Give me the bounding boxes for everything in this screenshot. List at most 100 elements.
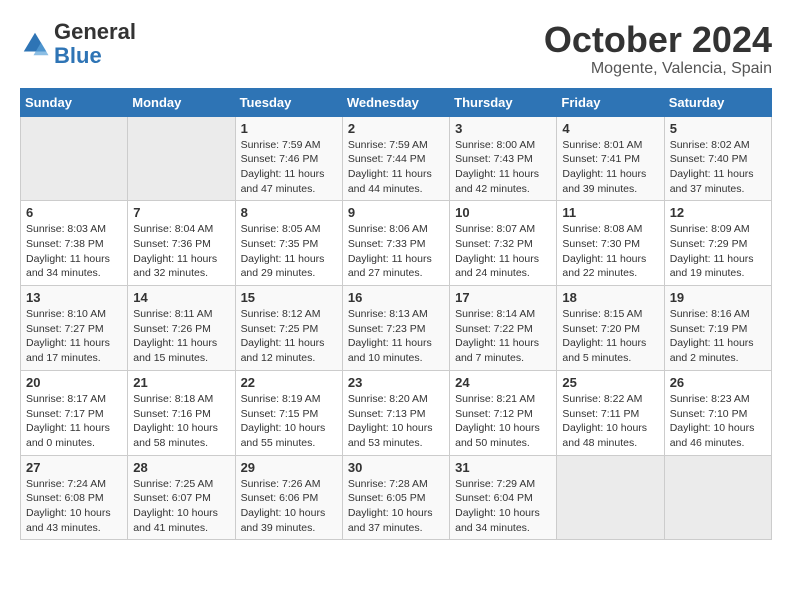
day-number: 18	[562, 290, 658, 305]
day-info: Sunrise: 8:20 AM Sunset: 7:13 PM Dayligh…	[348, 392, 444, 451]
day-info: Sunrise: 8:03 AM Sunset: 7:38 PM Dayligh…	[26, 222, 122, 281]
day-info: Sunrise: 7:24 AM Sunset: 6:08 PM Dayligh…	[26, 477, 122, 536]
calendar-header: Sunday Monday Tuesday Wednesday Thursday…	[21, 88, 772, 116]
day-cell: 9 Sunrise: 8:06 AM Sunset: 7:33 PM Daylig…	[342, 201, 449, 286]
day-number: 5	[670, 121, 766, 136]
day-cell: 10 Sunrise: 8:07 AM Sunset: 7:32 PM Dayli…	[450, 201, 557, 286]
title-block: October 2024 Mogente, Valencia, Spain	[544, 20, 772, 78]
col-friday: Friday	[557, 88, 664, 116]
day-number: 23	[348, 375, 444, 390]
day-number: 17	[455, 290, 551, 305]
calendar-body: 1 Sunrise: 7:59 AM Sunset: 7:46 PM Daylig…	[21, 116, 772, 540]
day-number: 16	[348, 290, 444, 305]
page-header: General Blue October 2024 Mogente, Valen…	[20, 20, 772, 78]
day-number: 28	[133, 460, 229, 475]
day-cell: 11 Sunrise: 8:08 AM Sunset: 7:30 PM Dayli…	[557, 201, 664, 286]
day-info: Sunrise: 8:21 AM Sunset: 7:12 PM Dayligh…	[455, 392, 551, 451]
day-info: Sunrise: 8:07 AM Sunset: 7:32 PM Dayligh…	[455, 222, 551, 281]
col-monday: Monday	[128, 88, 235, 116]
day-info: Sunrise: 8:04 AM Sunset: 7:36 PM Dayligh…	[133, 222, 229, 281]
logo: General Blue	[20, 20, 136, 68]
day-cell: 27 Sunrise: 7:24 AM Sunset: 6:08 PM Dayli…	[21, 455, 128, 540]
day-info: Sunrise: 8:15 AM Sunset: 7:20 PM Dayligh…	[562, 307, 658, 366]
day-number: 11	[562, 205, 658, 220]
day-cell	[128, 116, 235, 201]
day-number: 6	[26, 205, 122, 220]
day-cell: 28 Sunrise: 7:25 AM Sunset: 6:07 PM Dayli…	[128, 455, 235, 540]
day-cell: 8 Sunrise: 8:05 AM Sunset: 7:35 PM Daylig…	[235, 201, 342, 286]
day-info: Sunrise: 8:14 AM Sunset: 7:22 PM Dayligh…	[455, 307, 551, 366]
day-number: 21	[133, 375, 229, 390]
logo-icon	[20, 29, 50, 59]
day-cell: 22Sunrise: 8:19 AM Sunset: 7:15 PM Dayli…	[235, 370, 342, 455]
day-number: 20	[26, 375, 122, 390]
day-info: Sunrise: 8:06 AM Sunset: 7:33 PM Dayligh…	[348, 222, 444, 281]
week-row-1: 6 Sunrise: 8:03 AM Sunset: 7:38 PM Daylig…	[21, 201, 772, 286]
header-row: Sunday Monday Tuesday Wednesday Thursday…	[21, 88, 772, 116]
day-cell: 20 Sunrise: 8:17 AM Sunset: 7:17 PM Dayli…	[21, 370, 128, 455]
day-cell: 29Sunrise: 7:26 AM Sunset: 6:06 PM Dayli…	[235, 455, 342, 540]
day-info: Sunrise: 7:59 AM Sunset: 7:44 PM Dayligh…	[348, 138, 444, 197]
col-thursday: Thursday	[450, 88, 557, 116]
day-cell: 3 Sunrise: 8:00 AM Sunset: 7:43 PM Daylig…	[450, 116, 557, 201]
day-cell: 23 Sunrise: 8:20 AM Sunset: 7:13 PM Dayli…	[342, 370, 449, 455]
day-number: 29	[241, 460, 337, 475]
col-wednesday: Wednesday	[342, 88, 449, 116]
day-cell: 1 Sunrise: 7:59 AM Sunset: 7:46 PM Daylig…	[235, 116, 342, 201]
day-number: 10	[455, 205, 551, 220]
day-info: Sunrise: 8:12 AM Sunset: 7:25 PM Dayligh…	[241, 307, 337, 366]
day-number: 7	[133, 205, 229, 220]
day-info: Sunrise: 8:18 AM Sunset: 7:16 PM Dayligh…	[133, 392, 229, 451]
day-number: 8	[241, 205, 337, 220]
day-info: Sunrise: 8:02 AM Sunset: 7:40 PM Dayligh…	[670, 138, 766, 197]
day-cell: 13 Sunrise: 8:10 AM Sunset: 7:27 PM Dayli…	[21, 286, 128, 371]
day-info: Sunrise: 8:13 AM Sunset: 7:23 PM Dayligh…	[348, 307, 444, 366]
day-number: 13	[26, 290, 122, 305]
day-cell: 12Sunrise: 8:09 AM Sunset: 7:29 PM Dayli…	[664, 201, 771, 286]
day-cell: 6 Sunrise: 8:03 AM Sunset: 7:38 PM Daylig…	[21, 201, 128, 286]
day-info: Sunrise: 8:05 AM Sunset: 7:35 PM Dayligh…	[241, 222, 337, 281]
day-cell: 5 Sunrise: 8:02 AM Sunset: 7:40 PM Daylig…	[664, 116, 771, 201]
day-info: Sunrise: 8:10 AM Sunset: 7:27 PM Dayligh…	[26, 307, 122, 366]
day-cell: 15Sunrise: 8:12 AM Sunset: 7:25 PM Dayli…	[235, 286, 342, 371]
day-cell: 17 Sunrise: 8:14 AM Sunset: 7:22 PM Dayli…	[450, 286, 557, 371]
week-row-3: 20 Sunrise: 8:17 AM Sunset: 7:17 PM Dayli…	[21, 370, 772, 455]
col-sunday: Sunday	[21, 88, 128, 116]
day-cell: 24 Sunrise: 8:21 AM Sunset: 7:12 PM Dayli…	[450, 370, 557, 455]
logo-general: General	[54, 19, 136, 44]
day-number: 2	[348, 121, 444, 136]
day-cell: 21 Sunrise: 8:18 AM Sunset: 7:16 PM Dayli…	[128, 370, 235, 455]
day-cell: 18 Sunrise: 8:15 AM Sunset: 7:20 PM Dayli…	[557, 286, 664, 371]
day-info: Sunrise: 8:22 AM Sunset: 7:11 PM Dayligh…	[562, 392, 658, 451]
day-number: 9	[348, 205, 444, 220]
day-info: Sunrise: 8:08 AM Sunset: 7:30 PM Dayligh…	[562, 222, 658, 281]
day-cell: 25Sunrise: 8:22 AM Sunset: 7:11 PM Dayli…	[557, 370, 664, 455]
location: Mogente, Valencia, Spain	[544, 60, 772, 78]
day-cell: 14Sunrise: 8:11 AM Sunset: 7:26 PM Dayli…	[128, 286, 235, 371]
day-info: Sunrise: 8:19 AM Sunset: 7:15 PM Dayligh…	[241, 392, 337, 451]
day-number: 19	[670, 290, 766, 305]
day-number: 14	[133, 290, 229, 305]
day-number: 27	[26, 460, 122, 475]
day-info: Sunrise: 7:25 AM Sunset: 6:07 PM Dayligh…	[133, 477, 229, 536]
day-cell: 2 Sunrise: 7:59 AM Sunset: 7:44 PM Daylig…	[342, 116, 449, 201]
day-cell	[21, 116, 128, 201]
calendar-table: Sunday Monday Tuesday Wednesday Thursday…	[20, 88, 772, 541]
day-info: Sunrise: 7:59 AM Sunset: 7:46 PM Dayligh…	[241, 138, 337, 197]
day-info: Sunrise: 7:28 AM Sunset: 6:05 PM Dayligh…	[348, 477, 444, 536]
week-row-4: 27 Sunrise: 7:24 AM Sunset: 6:08 PM Dayli…	[21, 455, 772, 540]
day-cell: 16 Sunrise: 8:13 AM Sunset: 7:23 PM Dayli…	[342, 286, 449, 371]
day-info: Sunrise: 8:00 AM Sunset: 7:43 PM Dayligh…	[455, 138, 551, 197]
logo-blue: Blue	[54, 43, 102, 68]
day-cell: 7 Sunrise: 8:04 AM Sunset: 7:36 PM Daylig…	[128, 201, 235, 286]
day-cell: 30Sunrise: 7:28 AM Sunset: 6:05 PM Dayli…	[342, 455, 449, 540]
day-info: Sunrise: 7:29 AM Sunset: 6:04 PM Dayligh…	[455, 477, 551, 536]
day-info: Sunrise: 8:17 AM Sunset: 7:17 PM Dayligh…	[26, 392, 122, 451]
day-cell	[664, 455, 771, 540]
day-cell: 4Sunrise: 8:01 AM Sunset: 7:41 PM Daylig…	[557, 116, 664, 201]
day-number: 3	[455, 121, 551, 136]
day-cell: 19 Sunrise: 8:16 AM Sunset: 7:19 PM Dayli…	[664, 286, 771, 371]
day-number: 1	[241, 121, 337, 136]
day-info: Sunrise: 8:16 AM Sunset: 7:19 PM Dayligh…	[670, 307, 766, 366]
day-number: 24	[455, 375, 551, 390]
